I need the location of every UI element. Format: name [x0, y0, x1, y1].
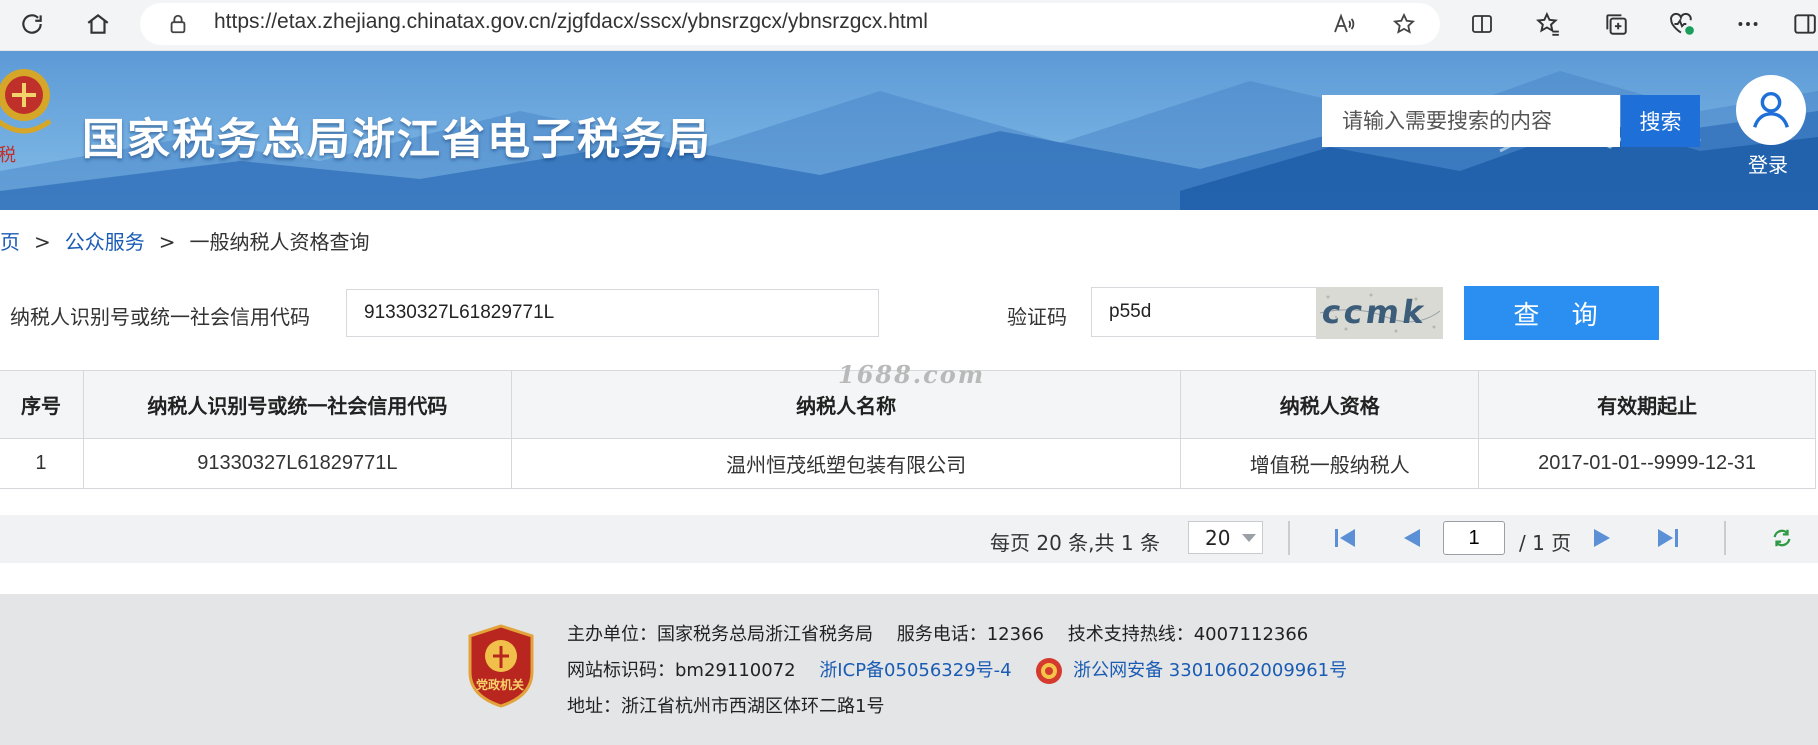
- login-link[interactable]: 登录: [1748, 149, 1788, 178]
- search-button[interactable]: 搜索: [1621, 95, 1700, 147]
- site-title: 国家税务总局浙江省电子税务局: [82, 115, 712, 165]
- reload-button[interactable]: [1768, 526, 1796, 550]
- party-gov-badge-icon: [468, 624, 534, 708]
- divider: [1724, 521, 1726, 555]
- next-page-icon: [1594, 529, 1610, 547]
- page-number-input[interactable]: [1443, 521, 1505, 555]
- cell-index: 1: [0, 438, 84, 489]
- last-page-icon: [1658, 529, 1678, 547]
- captcha-text: ccmk: [1319, 293, 1430, 331]
- column-header-qualification: 纳税人资格: [1180, 370, 1480, 439]
- site-info-icon[interactable]: [160, 6, 196, 42]
- breadcrumb-home[interactable]: 首页: [0, 230, 20, 254]
- url-text[interactable]: https://etax.zhejiang.chinatax.gov.cn/zj…: [214, 10, 928, 34]
- footer-service-phone: 服务电话：12366: [896, 624, 1044, 645]
- user-icon: [1753, 91, 1789, 128]
- prev-page-icon: [1404, 529, 1420, 547]
- browser-toolbar: https://etax.zhejiang.chinatax.gov.cn/zj…: [0, 0, 1818, 51]
- browser-essentials-icon[interactable]: [1664, 6, 1700, 42]
- footer-line-2: 网站标识码：bm29110072 浙ICP备05056329号-4 浙公网安备 …: [567, 656, 1347, 685]
- favorite-star-icon[interactable]: [1386, 6, 1422, 42]
- captcha-image[interactable]: ccmk: [1316, 287, 1443, 339]
- breadcrumb-separator: >: [158, 230, 176, 254]
- badge-text: 党政机关: [476, 678, 525, 692]
- cell-taxpayer-name: 温州恒茂纸塑包装有限公司: [510, 438, 1182, 489]
- party-gov-badge[interactable]: 党政机关: [466, 624, 536, 708]
- next-page-button[interactable]: [1588, 526, 1616, 550]
- tax-emblem-icon: 税: [0, 69, 52, 166]
- page-size-value: 20: [1205, 525, 1231, 550]
- footer-tech-hotline: 技术支持热线：4007112366: [1067, 624, 1309, 645]
- chevron-down-icon: [1242, 534, 1256, 542]
- search-input[interactable]: [1322, 95, 1620, 147]
- footer-police-record-link[interactable]: 浙公网安备 33010602009961号: [1073, 660, 1347, 681]
- split-screen-icon[interactable]: [1464, 6, 1500, 42]
- prev-page-button[interactable]: [1398, 526, 1426, 550]
- footer-address: 地址：浙江省杭州市西湖区体环二路1号: [567, 696, 885, 717]
- footer: 党政机关 主办单位：国家税务总局浙江省税务局 服务电话：12366 技术支持热线…: [0, 594, 1818, 745]
- footer-site-code: 网站标识码：bm29110072: [567, 660, 796, 681]
- taxpayer-id-label: 纳税人识别号或统一社会信用代码: [10, 305, 310, 329]
- total-pages: / 1 页: [1519, 531, 1572, 555]
- read-aloud-icon[interactable]: [1326, 6, 1362, 42]
- query-button[interactable]: 查 询: [1464, 286, 1659, 340]
- collections-icon[interactable]: [1598, 6, 1634, 42]
- watermark: 1688.com: [838, 360, 986, 389]
- first-page-button[interactable]: [1331, 526, 1359, 550]
- pagination-bar: 每页 20 条,共 1 条 20 / 1 页: [0, 515, 1818, 563]
- column-header-index: 序号: [0, 370, 84, 439]
- home-icon[interactable]: [80, 6, 116, 42]
- divider: [1288, 521, 1290, 555]
- more-icon[interactable]: [1730, 6, 1766, 42]
- cell-taxpayer-id: 91330327L61829771L: [82, 438, 512, 489]
- page-size-select[interactable]: 20: [1188, 521, 1263, 554]
- table-row: 1 91330327L61829771L 温州恒茂纸塑包装有限公司 增值税一般纳…: [0, 438, 1816, 489]
- breadcrumb-current: 一般纳税人资格查询: [189, 230, 370, 254]
- first-page-icon: [1335, 529, 1355, 547]
- site-banner: 税 国家税务总局浙江省电子税务局 搜索 登录: [0, 51, 1818, 210]
- column-header-validity: 有效期起止: [1478, 370, 1816, 439]
- cell-validity: 2017-01-01--9999-12-31: [1478, 438, 1816, 489]
- sidebar-icon[interactable]: [1786, 6, 1818, 42]
- breadcrumb: 首页 > 公众服务 > 一般纳税人资格查询: [0, 226, 370, 255]
- breadcrumb-public-service[interactable]: 公众服务: [65, 230, 145, 254]
- favorites-icon[interactable]: [1530, 6, 1566, 42]
- refresh-icon[interactable]: [14, 6, 50, 42]
- taxpayer-id-input[interactable]: [346, 289, 879, 337]
- cell-qualification: 增值税一般纳税人: [1180, 438, 1480, 489]
- police-emblem-icon: [1035, 657, 1063, 685]
- captcha-label: 验证码: [1007, 305, 1067, 329]
- reload-icon: [1773, 529, 1791, 547]
- last-page-button[interactable]: [1654, 526, 1682, 550]
- footer-line-1: 主办单位：国家税务总局浙江省税务局 服务电话：12366 技术支持热线：4007…: [567, 620, 1308, 646]
- captcha-input[interactable]: [1091, 287, 1317, 337]
- footer-icp-link[interactable]: 浙ICP备05056329号-4: [819, 660, 1011, 681]
- breadcrumb-separator: >: [34, 230, 51, 254]
- login-avatar[interactable]: [1736, 75, 1806, 145]
- footer-host: 主办单位：国家税务总局浙江省税务局: [567, 624, 873, 645]
- column-header-taxpayer-id: 纳税人识别号或统一社会信用代码: [82, 370, 512, 439]
- pagination-summary: 每页 20 条,共 1 条: [990, 531, 1160, 555]
- svg-text:税: 税: [0, 145, 16, 166]
